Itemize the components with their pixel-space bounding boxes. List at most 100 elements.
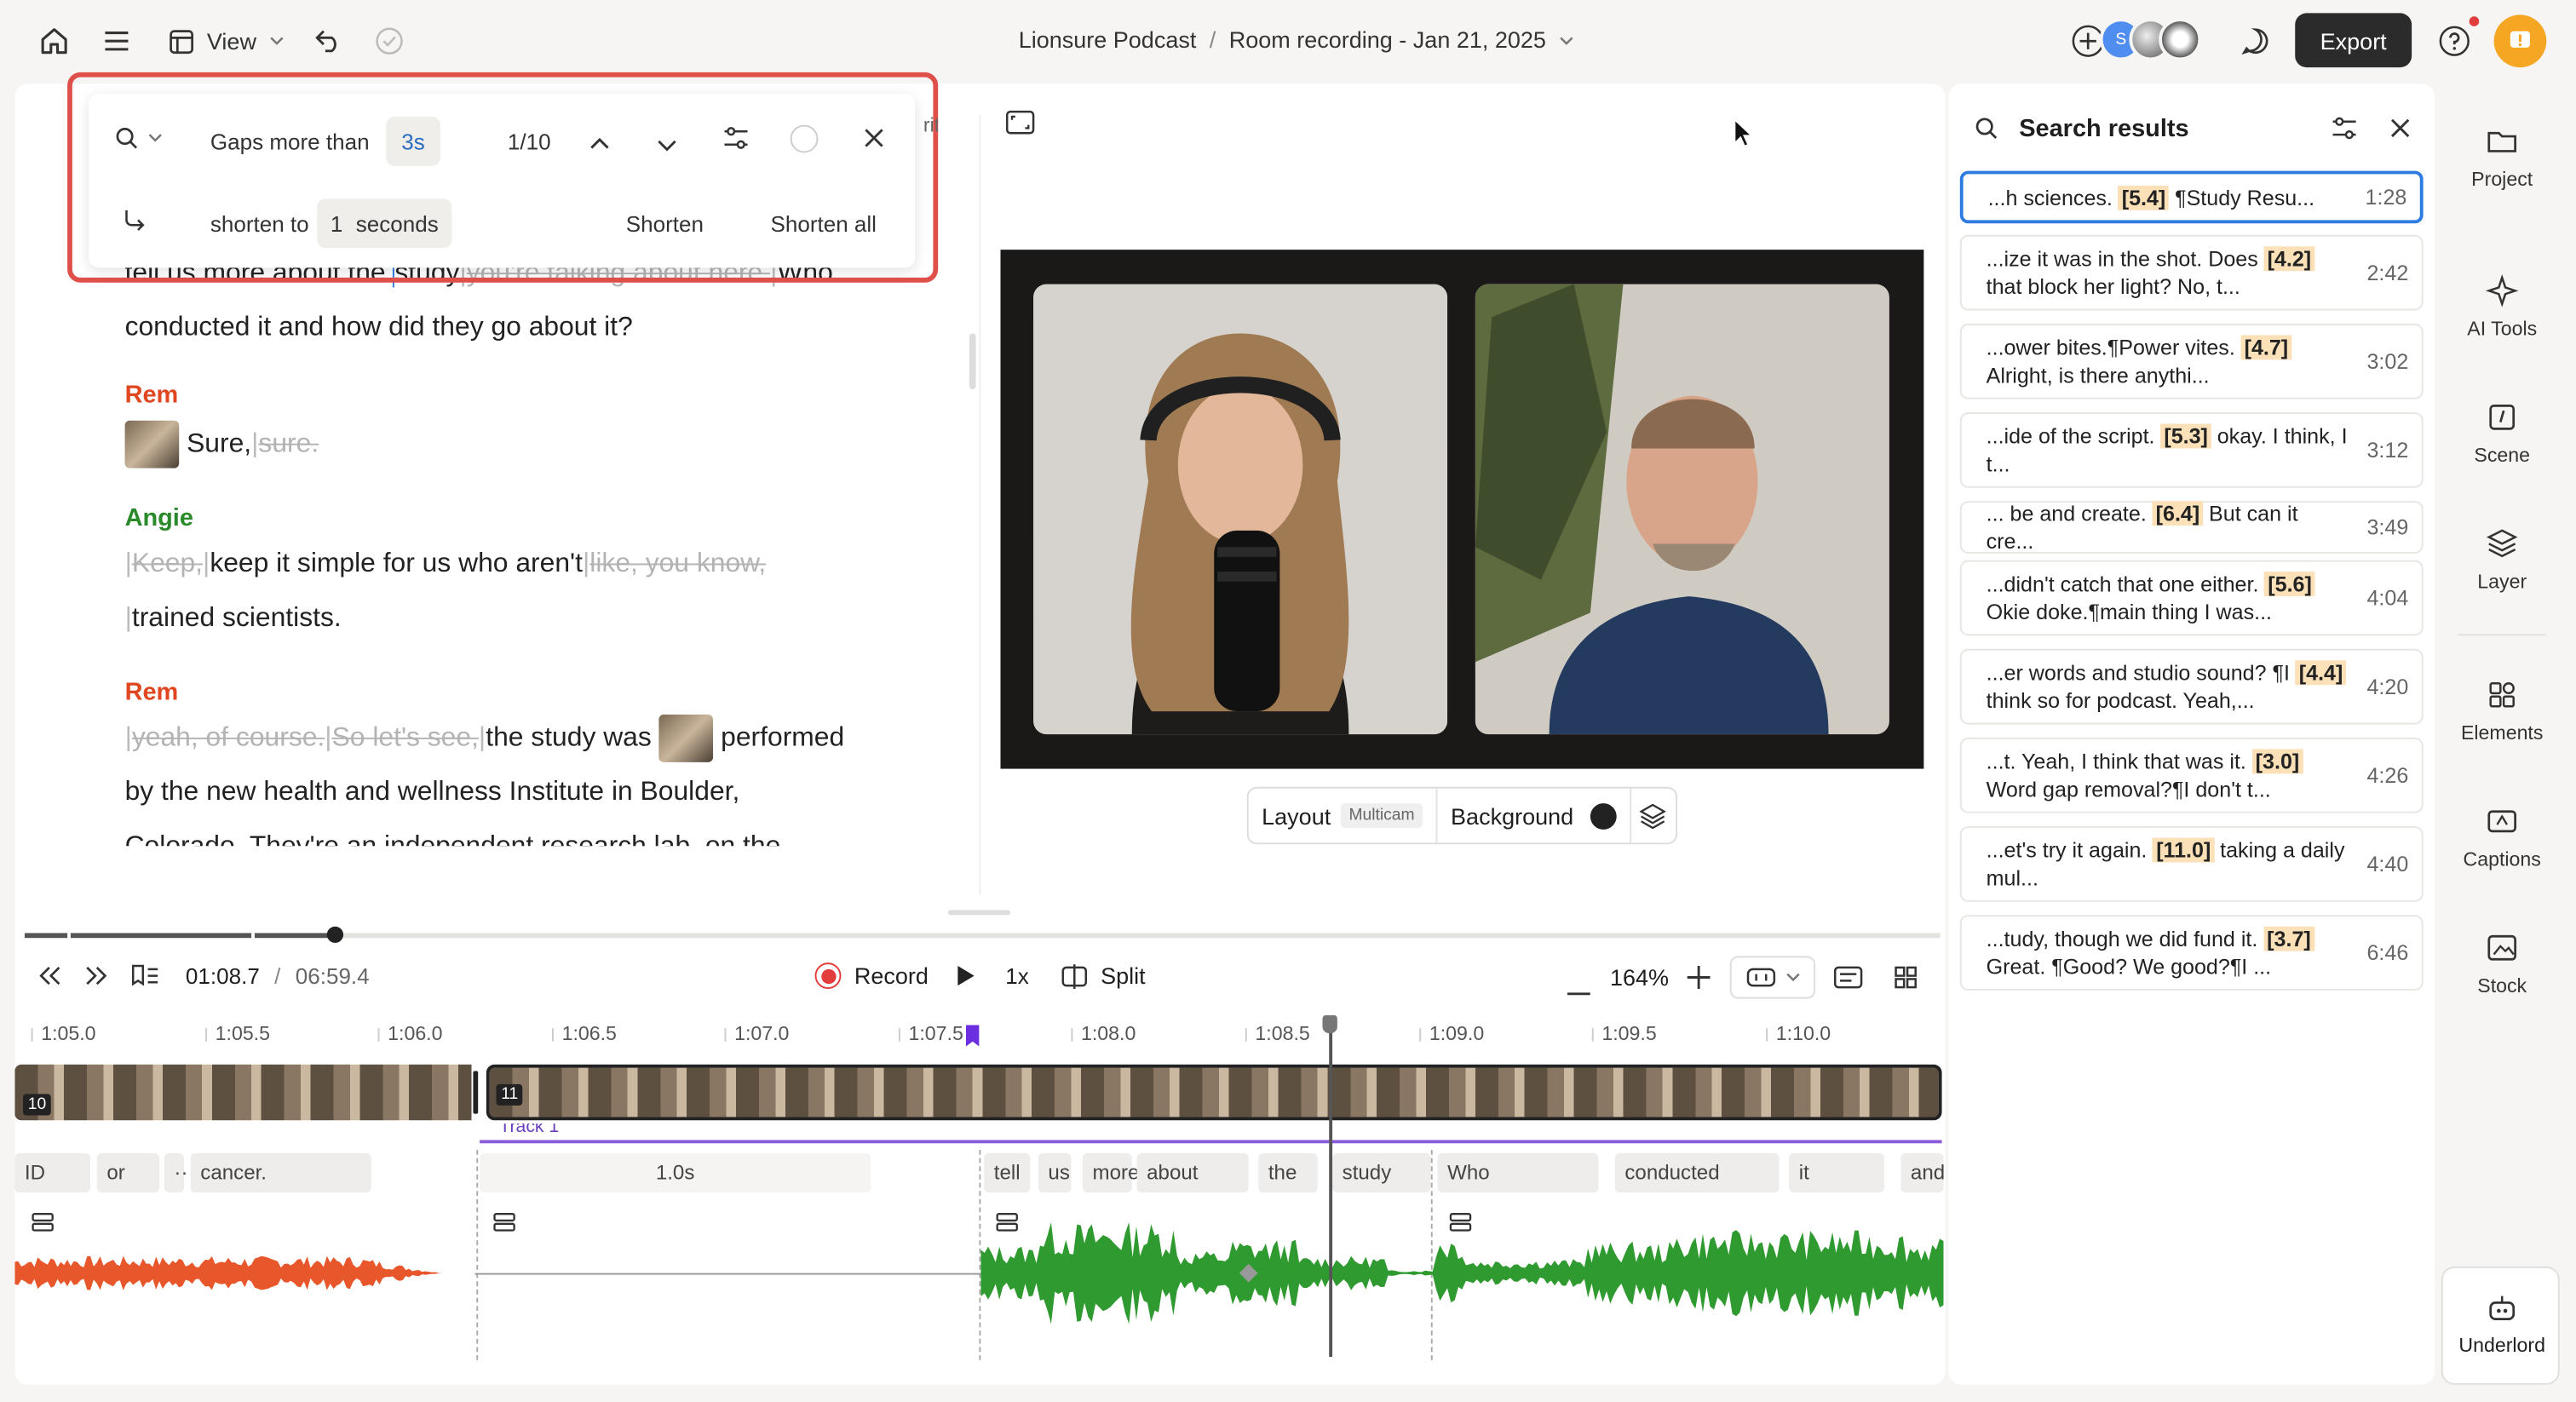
deleted-text[interactable]: like, you know, (589, 549, 766, 578)
underlord-button[interactable]: Underlord (2441, 1266, 2560, 1385)
word-chip[interactable]: about (1136, 1152, 1249, 1193)
clip-divider[interactable] (473, 1071, 479, 1114)
word-chip[interactable]: cancer. (190, 1152, 371, 1193)
search-mode-dropdown[interactable] (115, 126, 163, 149)
playhead[interactable] (1322, 1014, 1337, 1357)
view-menu-button[interactable]: View (164, 20, 290, 62)
transcript-line[interactable]: |Keep,|keep it simple for us who aren't|… (125, 537, 881, 592)
scrollbar[interactable] (969, 333, 976, 390)
deleted-text[interactable]: So let's see, (332, 723, 479, 753)
scene-clip-10[interactable]: 10 (14, 1064, 472, 1121)
track-view-icon[interactable] (1828, 959, 1867, 995)
deleted-text[interactable]: sure. (258, 428, 319, 458)
scene-clip-11[interactable]: 11 (486, 1064, 1942, 1121)
marker-icon[interactable] (965, 1025, 980, 1054)
transcript-text[interactable]: performed (721, 723, 844, 753)
rail-elements[interactable]: Elements (2448, 678, 2556, 744)
transcript-text[interactable]: Sure, (187, 428, 251, 458)
previous-match-button[interactable] (589, 129, 609, 154)
search-result-item[interactable]: ...er words and studio sound? ¶I [4.4] t… (1959, 648, 2424, 725)
skip-back-icon[interactable] (36, 964, 62, 996)
search-result-item[interactable]: ...ize it was in the shot. Does [4.2] th… (1959, 234, 2424, 311)
home-icon[interactable] (36, 20, 72, 62)
shorten-duration-input[interactable]: 1 seconds (317, 198, 452, 249)
shorten-value[interactable]: 1 (331, 211, 342, 236)
close-search-button[interactable] (862, 126, 885, 154)
rail-project[interactable]: Project (2448, 125, 2556, 191)
word-chip[interactable]: Who (1437, 1152, 1599, 1193)
panel-resize-handle[interactable] (947, 910, 1011, 916)
gap-chip[interactable]: 1.0s (480, 1152, 871, 1193)
play-icon[interactable] (956, 964, 975, 996)
chevron-down-icon[interactable] (1559, 36, 1573, 46)
chapter-progress-bar[interactable] (24, 926, 1941, 943)
filter-settings-button[interactable] (2332, 117, 2358, 148)
search-result-item[interactable]: ...t. Yeah, I think that was it. [3.0] W… (1959, 737, 2424, 813)
speaker-label-rem[interactable]: Rem (125, 675, 881, 711)
grid-view-icon[interactable] (1886, 959, 1925, 995)
undo-icon[interactable] (310, 20, 346, 62)
zoom-in-icon[interactable] (1687, 965, 1711, 997)
zoom-out-icon[interactable] (1567, 974, 1590, 1004)
notifications-icon[interactable] (2493, 14, 2547, 68)
zoom-level[interactable]: 164% (1610, 964, 1669, 991)
search-result-item[interactable]: ... be and create. [6.4] But can it cre.… (1959, 501, 2424, 554)
word-chip[interactable]: or (96, 1152, 160, 1193)
rail-captions[interactable]: Captions (2448, 805, 2556, 871)
fullscreen-icon[interactable] (1005, 110, 1035, 143)
export-button[interactable]: Export (2295, 13, 2412, 68)
transcript-line[interactable]: |yeah, of course.|So let's see,|the stud… (125, 711, 881, 766)
transcript-line[interactable]: Sure,|sure. (124, 417, 881, 472)
audio-waveform[interactable] (980, 1215, 1944, 1330)
word-chip[interactable]: ID (14, 1152, 91, 1193)
gap-threshold-input[interactable]: 3s (386, 116, 440, 166)
rail-layer[interactable]: Layer (2448, 527, 2556, 593)
word-chip[interactable]: the (1258, 1152, 1318, 1193)
transcript-text[interactable]: the study was (486, 723, 652, 753)
scene-thumbnail[interactable] (658, 715, 714, 763)
next-match-button[interactable] (657, 133, 676, 158)
transcript-line[interactable]: Colorado. They're an independent researc… (125, 819, 881, 846)
search-result-item[interactable]: ...ower bites.¶Power vites. [4.7] Alrigh… (1959, 323, 2424, 399)
word-chip[interactable]: conducted (1614, 1152, 1780, 1193)
scene-thumbnail[interactable] (124, 420, 180, 468)
transcript-line[interactable]: |trained scientists. (125, 591, 881, 646)
word-chip[interactable]: more (1082, 1152, 1139, 1193)
transcript[interactable]: tell us more about the study|you're talk… (124, 246, 881, 846)
background-selector[interactable]: Background (1438, 788, 1631, 843)
shorten-button[interactable]: Shorten (626, 212, 704, 237)
transcript-line[interactable]: conducted it and how did they go about i… (125, 301, 881, 355)
split-button[interactable]: Split (1061, 962, 1146, 989)
rail-stock[interactable]: Stock (2448, 931, 2556, 997)
playhead-handle[interactable] (1322, 1014, 1337, 1034)
help-icon[interactable] (2436, 16, 2480, 62)
playhead-knob[interactable] (326, 926, 344, 943)
scene-icon[interactable] (493, 1210, 516, 1240)
camera-feed-rem[interactable] (1475, 284, 1889, 735)
rail-ai-tools[interactable]: AI Tools (2448, 274, 2556, 340)
chapters-icon[interactable] (129, 962, 159, 997)
search-result-item[interactable]: ...tudy, though we did fund it. [3.7] Gr… (1959, 915, 2424, 991)
audio-waveform[interactable] (14, 1249, 475, 1298)
menu-icon[interactable] (99, 20, 135, 62)
search-result-item[interactable]: ...didn't catch that one either. [5.6] O… (1959, 560, 2424, 636)
deleted-text[interactable]: yeah, of course. (132, 723, 325, 753)
project-name[interactable]: Lionsure Podcast (1019, 26, 1197, 53)
background-color-swatch[interactable] (1590, 802, 1617, 829)
word-chip[interactable]: us (1038, 1152, 1072, 1193)
recording-name[interactable]: Room recording - Jan 21, 2025 (1229, 26, 1546, 53)
word-chip[interactable]: and (1900, 1152, 1945, 1193)
word-chip[interactable]: it (1789, 1152, 1885, 1193)
video-preview[interactable] (1000, 250, 1924, 769)
skip-forward-icon[interactable] (83, 964, 110, 996)
camera-feed-angie[interactable] (1033, 284, 1448, 735)
word-chip[interactable]: tell (984, 1152, 1031, 1193)
layout-selector[interactable]: Layout Multicam (1249, 788, 1438, 843)
word-chip[interactable]: ·· (164, 1152, 187, 1193)
comments-icon[interactable] (2238, 20, 2274, 62)
record-button[interactable]: Record (814, 962, 929, 989)
close-results-button[interactable] (2389, 117, 2412, 148)
filter-settings-button[interactable] (723, 126, 750, 154)
speaker-label-rem[interactable]: Rem (125, 378, 881, 414)
search-result-item[interactable]: ...h sciences. [5.4] ¶Study Resu... 1:28 (1959, 170, 2424, 224)
